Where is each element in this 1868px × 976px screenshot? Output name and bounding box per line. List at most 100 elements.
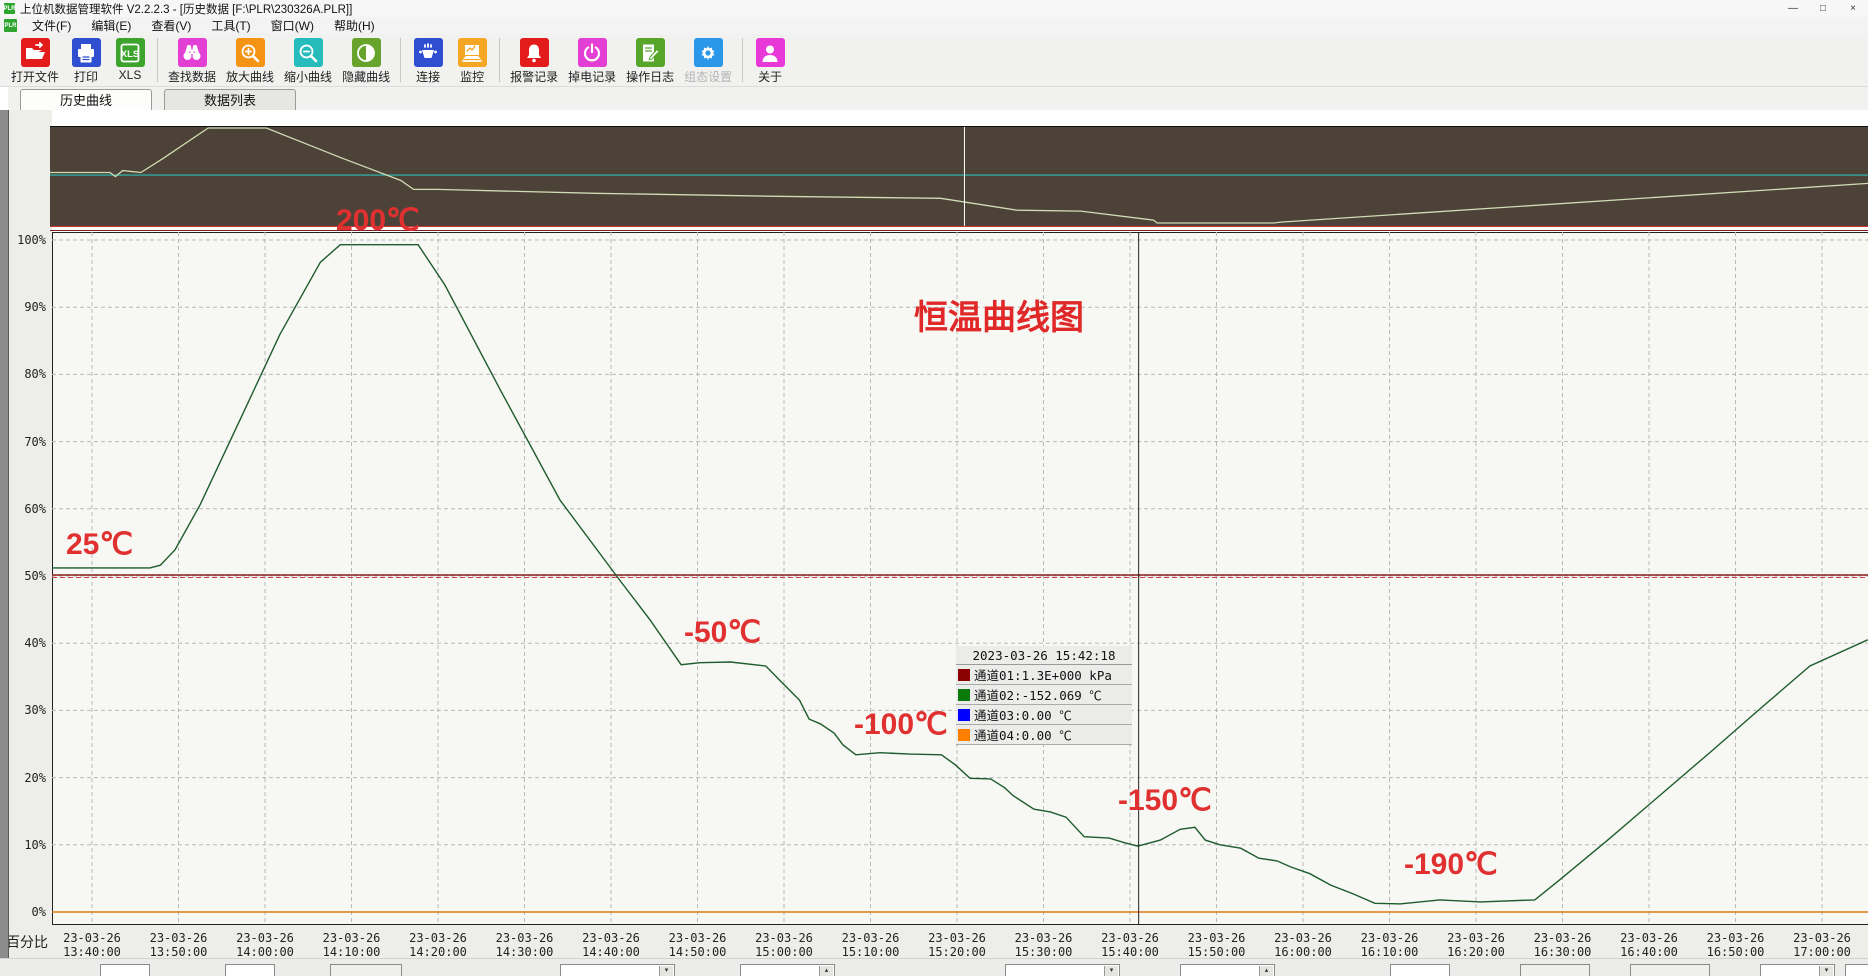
x-tick-label: 23-03-26 14:50:00 [661,931,735,958]
overview-strip[interactable] [50,127,1868,226]
gear-icon [694,38,723,67]
chart-title: 恒温曲线图 [914,290,1084,339]
y-tick-label: 30% [6,703,46,717]
channel-value-text: 通道03:0.00 ℃ [974,705,1072,724]
tab-inactive[interactable]: 数据列表 [164,89,296,110]
bottom-button[interactable] [1630,964,1710,976]
x-tick-label: 23-03-26 16:30:00 [1526,931,1600,958]
temperature-annotation: -50℃ [684,618,761,648]
history-chart-panel: 100%90%80%70%60%50%40%30%20%10%0% 23-03-… [0,110,1868,958]
bottom-input[interactable] [1390,964,1450,976]
maximize-button[interactable]: □ [1808,0,1838,17]
minimize-button[interactable]: — [1778,0,1808,17]
bottom-input[interactable] [225,964,275,976]
menu-item[interactable]: 帮助(H) [324,17,385,34]
bottom-spin[interactable]: ▴ [1180,964,1275,976]
bell-icon [520,38,549,67]
tooltip-channel-row: 通道02:-152.069 ℃ [956,685,1132,705]
x-tick-label: 23-03-26 15:10:00 [834,931,908,958]
toolbar-button-zoom-in[interactable]: 放大曲线 [226,38,274,85]
menu-item[interactable]: 文件(F) [22,17,81,34]
svg-text:XLS: XLS [121,49,139,60]
bottom-button[interactable] [330,964,402,976]
menu-item[interactable]: 窗口(W) [261,17,324,34]
y-tick-label: 60% [6,502,46,516]
y-tick-label: 70% [6,435,46,449]
y-tick-label: 10% [6,838,46,852]
tab-active[interactable]: 历史曲线 [20,89,152,110]
toolbar-button-zoom-out[interactable]: 缩小曲线 [284,38,332,85]
y-axis-title: 百分比 [6,932,48,952]
x-tick-label: 23-03-26 16:10:00 [1353,931,1427,958]
bottom-spin[interactable]: ▴ [740,964,835,976]
y-tick-label: 20% [6,771,46,785]
temperature-annotation: 200℃ [336,206,420,236]
y-tick-label: 80% [6,367,46,381]
x-tick-label: 23-03-26 14:10:00 [315,931,389,958]
toolbar: 打开文件打印 XLSXLS 查找数据放大曲线缩小曲线隐藏曲线连接 监控 报警记录掉电记录… [0,34,1868,87]
channel-color-swatch [958,689,970,701]
toolbar-button-bell[interactable]: 报警记录 [510,38,558,85]
close-button[interactable]: × [1838,0,1868,17]
toolbar-button-xls[interactable]: XLSXLS [113,38,147,82]
toolbar-button-label: 监控 [460,68,484,85]
title-bar: PLR 上位机数据管理软件 V2.2.2.3 - [历史数据 [F:\PLR\2… [0,0,1868,18]
temperature-annotation: -150℃ [1118,786,1212,816]
menu-item[interactable]: 查看(V) [141,17,201,34]
tooltip-channel-row: 通道04:0.00 ℃ [956,725,1132,745]
bottom-button[interactable] [1520,964,1590,976]
bottom-select[interactable]: ▾ [1845,964,1868,976]
menu-item[interactable]: 工具(T) [201,17,260,34]
zoom-in-icon [236,38,265,67]
channel-color-swatch [958,669,970,681]
contrast-icon [352,38,381,67]
x-tick-label: 23-03-26 13:50:00 [142,931,216,958]
binoculars-icon [178,38,207,67]
channel-color-swatch [958,709,970,721]
toolbar-button-contrast[interactable]: 隐藏曲线 [342,38,390,85]
temperature-annotation: -100℃ [854,710,948,740]
bottom-select[interactable]: ▾ [1760,964,1835,976]
toolbar-button-printer[interactable]: 打印 [69,38,103,85]
monitor-icon [458,38,487,67]
panel-left-edge [0,110,9,958]
toolbar-button-connector[interactable]: 连接 [411,38,445,85]
toolbar-button-person[interactable]: 关于 [753,38,787,85]
x-tick-label: 23-03-26 14:30:00 [488,931,562,958]
bottom-input[interactable] [100,964,150,976]
menu-items: 文件(F)编辑(E)查看(V)工具(T)窗口(W)帮助(H) [22,17,385,34]
y-tick-label: 0% [6,905,46,919]
toolbar-button-power[interactable]: 掉电记录 [568,38,616,85]
temperature-annotation: 25℃ [66,530,133,560]
tooltip-channel-row: 通道01:1.3E+000 kPa [956,665,1132,685]
toolbar-button-gear[interactable]: 组态设置 [684,38,732,85]
x-tick-label: 23-03-26 15:40:00 [1093,931,1167,958]
toolbar-button-label: 连接 [416,68,440,85]
toolbar-button-label: 打开文件 [11,68,59,85]
toolbar-button-label: 缩小曲线 [284,68,332,85]
toolbar-separator [742,38,743,82]
zoom-out-icon [294,38,323,67]
toolbar-button-label: 报警记录 [510,68,558,85]
menu-item[interactable]: 编辑(E) [81,17,141,34]
connector-icon [414,38,443,67]
toolbar-button-label: 掉电记录 [568,68,616,85]
toolbar-button-doc-edit[interactable]: 操作日志 [626,38,674,85]
y-tick-label: 100% [6,233,46,247]
toolbar-button-label: 放大曲线 [226,68,274,85]
bottom-select[interactable]: ▾ [560,964,675,976]
toolbar-button-label: 查找数据 [168,68,216,85]
x-tick-label: 23-03-26 14:40:00 [574,931,648,958]
x-tick-label: 23-03-26 14:00:00 [228,931,302,958]
toolbar-button-open-file[interactable]: 打开文件 [11,38,59,85]
x-tick-label: 23-03-26 15:00:00 [747,931,821,958]
bottom-select[interactable]: ▾ [1005,964,1120,976]
y-tick-label: 90% [6,300,46,314]
y-tick-label: 40% [6,636,46,650]
toolbar-button-binoculars[interactable]: 查找数据 [168,38,216,85]
toolbar-button-label: 打印 [74,68,98,85]
power-icon [578,38,607,67]
x-tick-label: 23-03-26 15:50:00 [1180,931,1254,958]
channel-value-text: 通道04:0.00 ℃ [974,725,1072,744]
toolbar-button-monitor[interactable]: 监控 [455,38,489,85]
